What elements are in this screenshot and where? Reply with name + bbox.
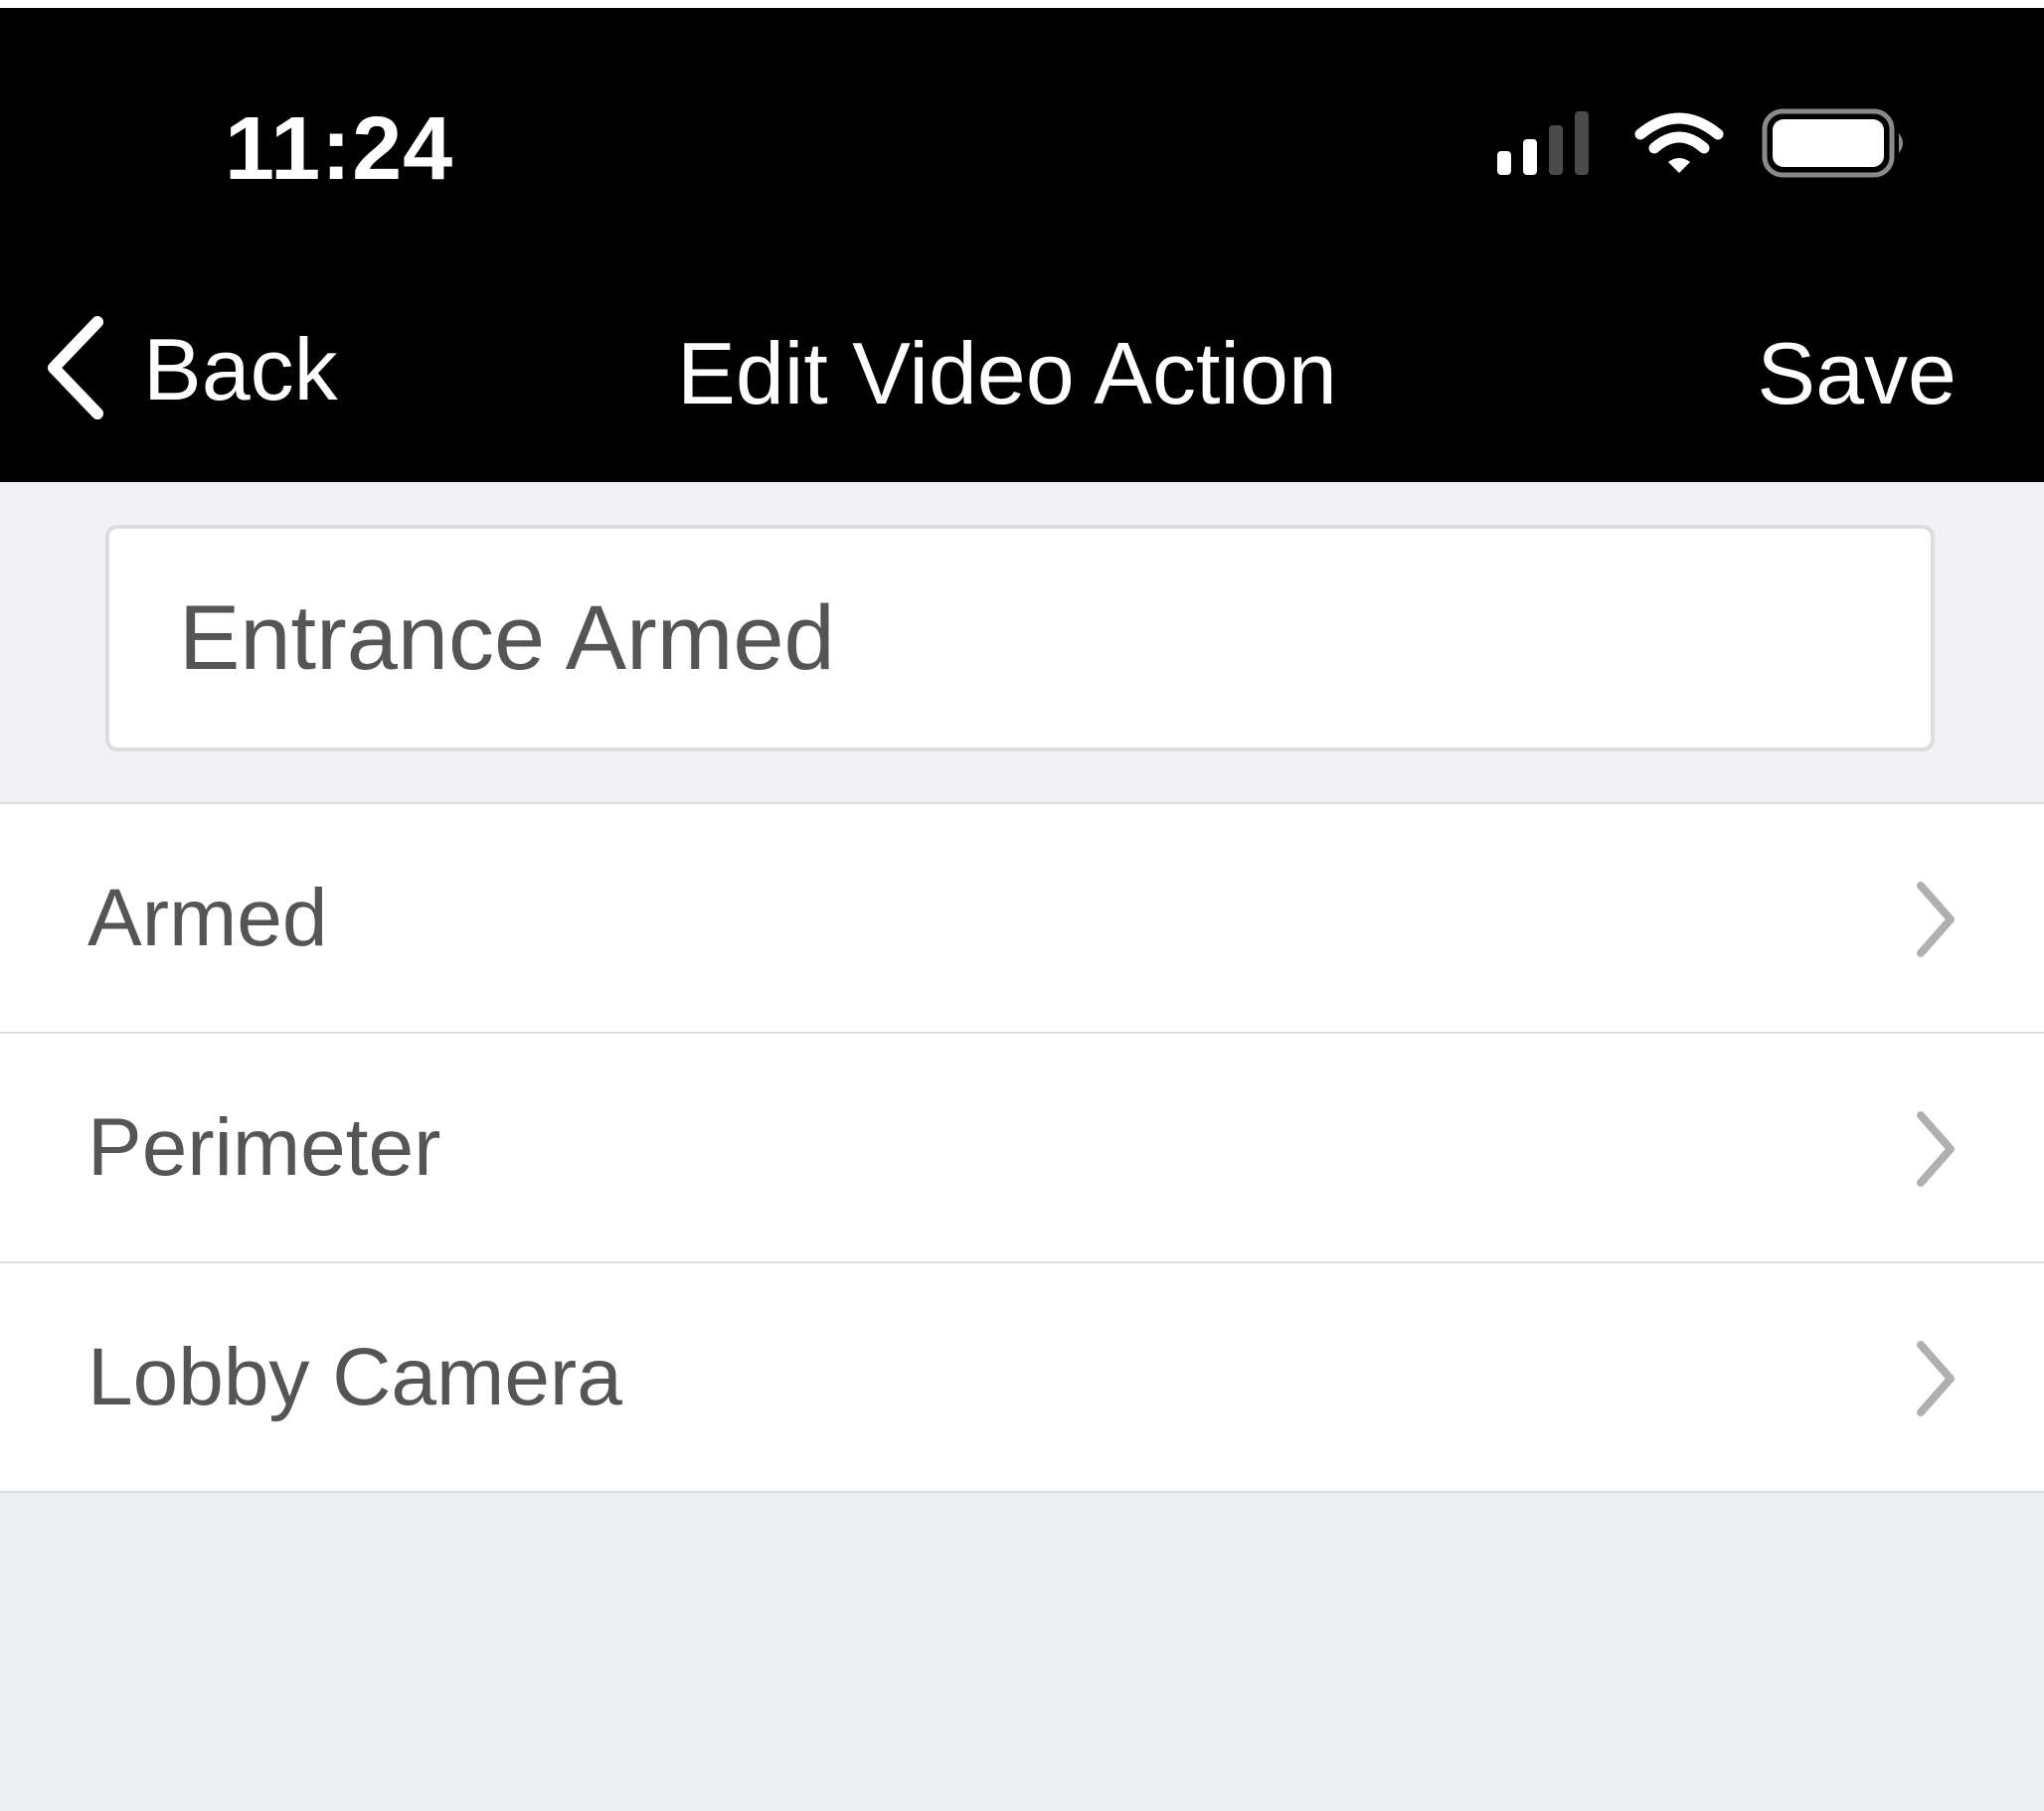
chevron-right-icon <box>1913 1339 1959 1418</box>
list-item-armed[interactable]: Armed <box>0 804 2044 1034</box>
list-item-label: Armed <box>87 873 328 963</box>
top-edge <box>0 0 2044 8</box>
list-item-lobby-camera[interactable]: Lobby Camera <box>0 1263 2044 1493</box>
page-title: Edit Video Action <box>677 324 1337 422</box>
chevron-right-icon <box>1913 880 1959 959</box>
app-header: 11:24 Back Edit Video Action Save <box>0 8 2044 482</box>
battery-icon <box>1762 107 1909 184</box>
wifi-icon <box>1634 110 1724 181</box>
chevron-right-icon <box>1913 1109 1959 1189</box>
empty-background <box>0 1493 2044 1811</box>
name-section <box>0 482 2044 804</box>
list-item-perimeter[interactable]: Perimeter <box>0 1034 2044 1263</box>
list-item-label: Lobby Camera <box>87 1332 622 1422</box>
settings-list: Armed Perimeter Lobby Camera <box>0 804 2044 1493</box>
cellular-signal-icon <box>1497 109 1597 182</box>
status-time: 11:24 <box>225 99 454 199</box>
status-icons <box>1497 105 1909 185</box>
action-name-input[interactable] <box>105 525 1935 751</box>
list-item-label: Perimeter <box>87 1102 441 1193</box>
save-button[interactable]: Save <box>1757 324 1957 423</box>
navigation-bar: Back Edit Video Action Save <box>0 306 2044 435</box>
